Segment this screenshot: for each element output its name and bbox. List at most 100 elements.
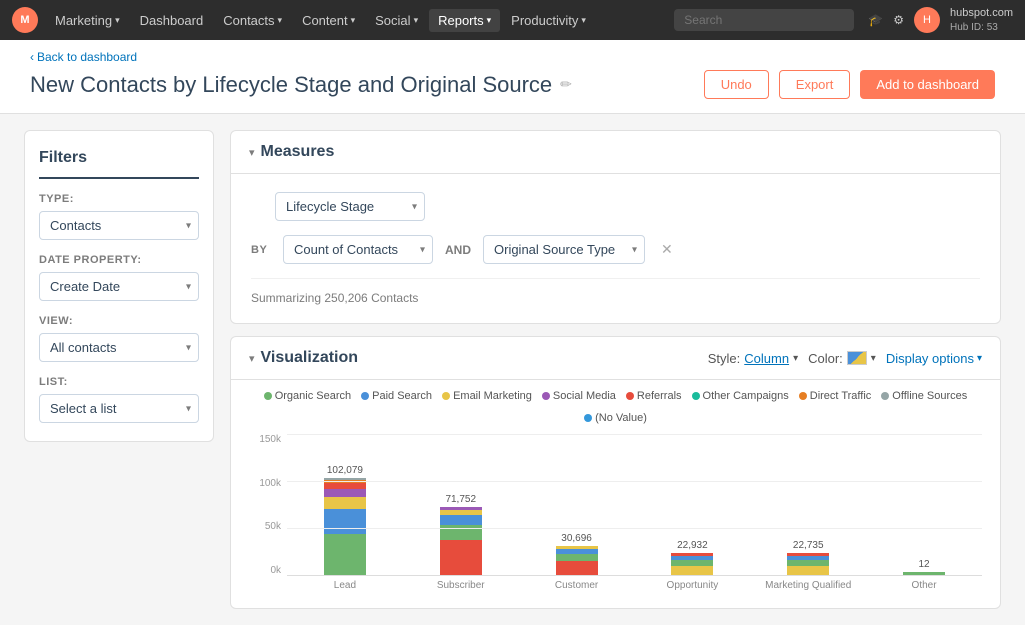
filters-title: Filters	[39, 149, 199, 179]
direct-dot	[799, 392, 807, 400]
bar-stack-customer	[556, 546, 598, 575]
top-nav: M Marketing▾ Dashboard Contacts▾ Content…	[0, 0, 1025, 40]
style-dropdown-icon[interactable]: ▾	[793, 353, 798, 364]
add-to-dashboard-button[interactable]: Add to dashboard	[860, 70, 995, 99]
bar-value-other: 12	[918, 559, 929, 570]
nav-item-content[interactable]: Content▾	[293, 9, 364, 32]
export-button[interactable]: Export	[779, 70, 851, 99]
other-campaigns-dot	[692, 392, 700, 400]
legend-item-other-campaigns: Other Campaigns	[692, 390, 789, 402]
bar-value-subscriber: 71,752	[445, 494, 476, 505]
view-select[interactable]: All contacts	[39, 333, 199, 362]
x-label-lead: Lead	[291, 580, 399, 591]
page-title: New Contacts by Lifecycle Stage and Orig…	[30, 72, 572, 98]
sidebar-filters: Filters TYPE: Contacts ▾ DATE PROPERTY: …	[24, 130, 214, 442]
bar-stack-lead	[324, 478, 366, 575]
back-link[interactable]: ‹ Back to dashboard	[30, 50, 995, 64]
date-select[interactable]: Create Date	[39, 272, 199, 301]
nav-item-contacts[interactable]: Contacts▾	[214, 9, 291, 32]
chart-area: 150k 100k 50k 0k	[249, 434, 982, 594]
by-label: BY	[251, 244, 271, 256]
display-options-arrow-icon: ▾	[977, 353, 982, 364]
x-label-mql: Marketing Qualified	[754, 580, 862, 591]
search-input[interactable]	[674, 9, 854, 31]
chart-body: Organic Search Paid Search Email Marketi…	[231, 380, 1000, 608]
remove-source-button[interactable]: ✕	[657, 239, 677, 260]
bar-stack-other	[903, 572, 945, 575]
source-select-wrapper: Original Source Type ▾	[483, 235, 645, 264]
x-label-other: Other	[870, 580, 978, 591]
academy-icon[interactable]: 🎓	[868, 13, 883, 27]
social-dot	[542, 392, 550, 400]
hubspot-info: hubspot.com Hub ID: 53	[950, 6, 1013, 33]
bar-value-opportunity: 22,932	[677, 540, 708, 551]
nav-item-productivity[interactable]: Productivity▾	[502, 9, 595, 32]
email-dot	[442, 392, 450, 400]
view-select-wrapper: All contacts ▾	[39, 333, 199, 362]
nav-item-marketing[interactable]: Marketing▾	[46, 9, 129, 32]
summary-text: Summarizing 250,206 Contacts	[251, 278, 980, 305]
measures-body: Lifecycle Stage ▾ BY Count of Contacts ▾…	[231, 174, 1000, 323]
display-options-button[interactable]: Display options ▾	[886, 351, 982, 366]
nav-item-dashboard[interactable]: Dashboard	[131, 9, 213, 32]
visualization-title: Visualization	[261, 349, 708, 367]
date-select-wrapper: Create Date ▾	[39, 272, 199, 301]
edit-title-icon[interactable]: ✏	[560, 76, 572, 93]
style-control: Style: Column ▾	[708, 351, 798, 366]
color-dropdown-icon[interactable]: ▾	[871, 353, 876, 364]
style-value[interactable]: Column	[744, 351, 789, 366]
count-select[interactable]: Count of Contacts	[283, 235, 433, 264]
bar-stack-opportunity	[671, 553, 713, 575]
nav-logo: M	[12, 7, 38, 33]
paid-dot	[361, 392, 369, 400]
right-panel: ▾ Measures Lifecycle Stage ▾ BY	[230, 130, 1001, 609]
bar-value-lead: 102,079	[327, 465, 363, 476]
color-swatch[interactable]	[847, 351, 867, 365]
bars-container: 102,079	[287, 434, 982, 576]
color-control: Color: ▾	[808, 351, 876, 366]
bar-stack-subscriber	[440, 507, 482, 575]
y-axis: 150k 100k 50k 0k	[249, 434, 287, 594]
x-label-customer: Customer	[523, 580, 631, 591]
bar-group-lead: 102,079	[291, 434, 399, 575]
undo-button[interactable]: Undo	[704, 70, 769, 99]
viz-controls: Style: Column ▾ Color: ▾ Display options…	[708, 351, 982, 366]
organic-dot	[264, 392, 272, 400]
avatar[interactable]: H	[914, 7, 940, 33]
lifecycle-select[interactable]: Lifecycle Stage	[275, 192, 425, 221]
bar-group-other: 12	[870, 434, 978, 575]
list-select-wrapper: Select a list ▾	[39, 394, 199, 423]
measures-title: Measures	[261, 143, 335, 161]
nav-item-reports[interactable]: Reports▾	[429, 9, 500, 32]
legend-item-social: Social Media	[542, 390, 616, 402]
list-select[interactable]: Select a list	[39, 394, 199, 423]
type-select-wrapper: Contacts ▾	[39, 211, 199, 240]
list-filter-label: LIST:	[39, 376, 199, 388]
chart-legend: Organic Search Paid Search Email Marketi…	[249, 390, 982, 424]
main-content: Filters TYPE: Contacts ▾ DATE PROPERTY: …	[0, 114, 1025, 625]
bar-group-opportunity: 22,932	[638, 434, 746, 575]
bars-area: 102,079	[287, 434, 982, 594]
x-label-subscriber: Subscriber	[407, 580, 515, 591]
source-select[interactable]: Original Source Type	[483, 235, 645, 264]
visualization-section: ▾ Visualization Style: Column ▾ Color: ▾…	[230, 336, 1001, 609]
page-header: ‹ Back to dashboard New Contacts by Life…	[0, 40, 1025, 114]
legend-item-novalue: (No Value)	[584, 412, 647, 424]
bar-value-mql: 22,735	[793, 540, 824, 551]
legend-item-direct: Direct Traffic	[799, 390, 872, 402]
type-select[interactable]: Contacts	[39, 211, 199, 240]
viz-collapse-icon[interactable]: ▾	[249, 352, 255, 365]
measures-header[interactable]: ▾ Measures	[231, 131, 1000, 174]
offline-dot	[881, 392, 889, 400]
and-label: AND	[445, 243, 471, 257]
legend-item-email: Email Marketing	[442, 390, 532, 402]
measures-section: ▾ Measures Lifecycle Stage ▾ BY	[230, 130, 1001, 324]
bar-group-subscriber: 71,752	[407, 434, 515, 575]
nav-item-social[interactable]: Social▾	[366, 9, 427, 32]
color-label: Color:	[808, 351, 843, 366]
novalue-dot	[584, 414, 592, 422]
legend-item-organic: Organic Search	[264, 390, 351, 402]
bar-stack-mql	[787, 553, 829, 575]
type-filter-label: TYPE:	[39, 193, 199, 205]
settings-icon[interactable]: ⚙	[893, 13, 904, 27]
